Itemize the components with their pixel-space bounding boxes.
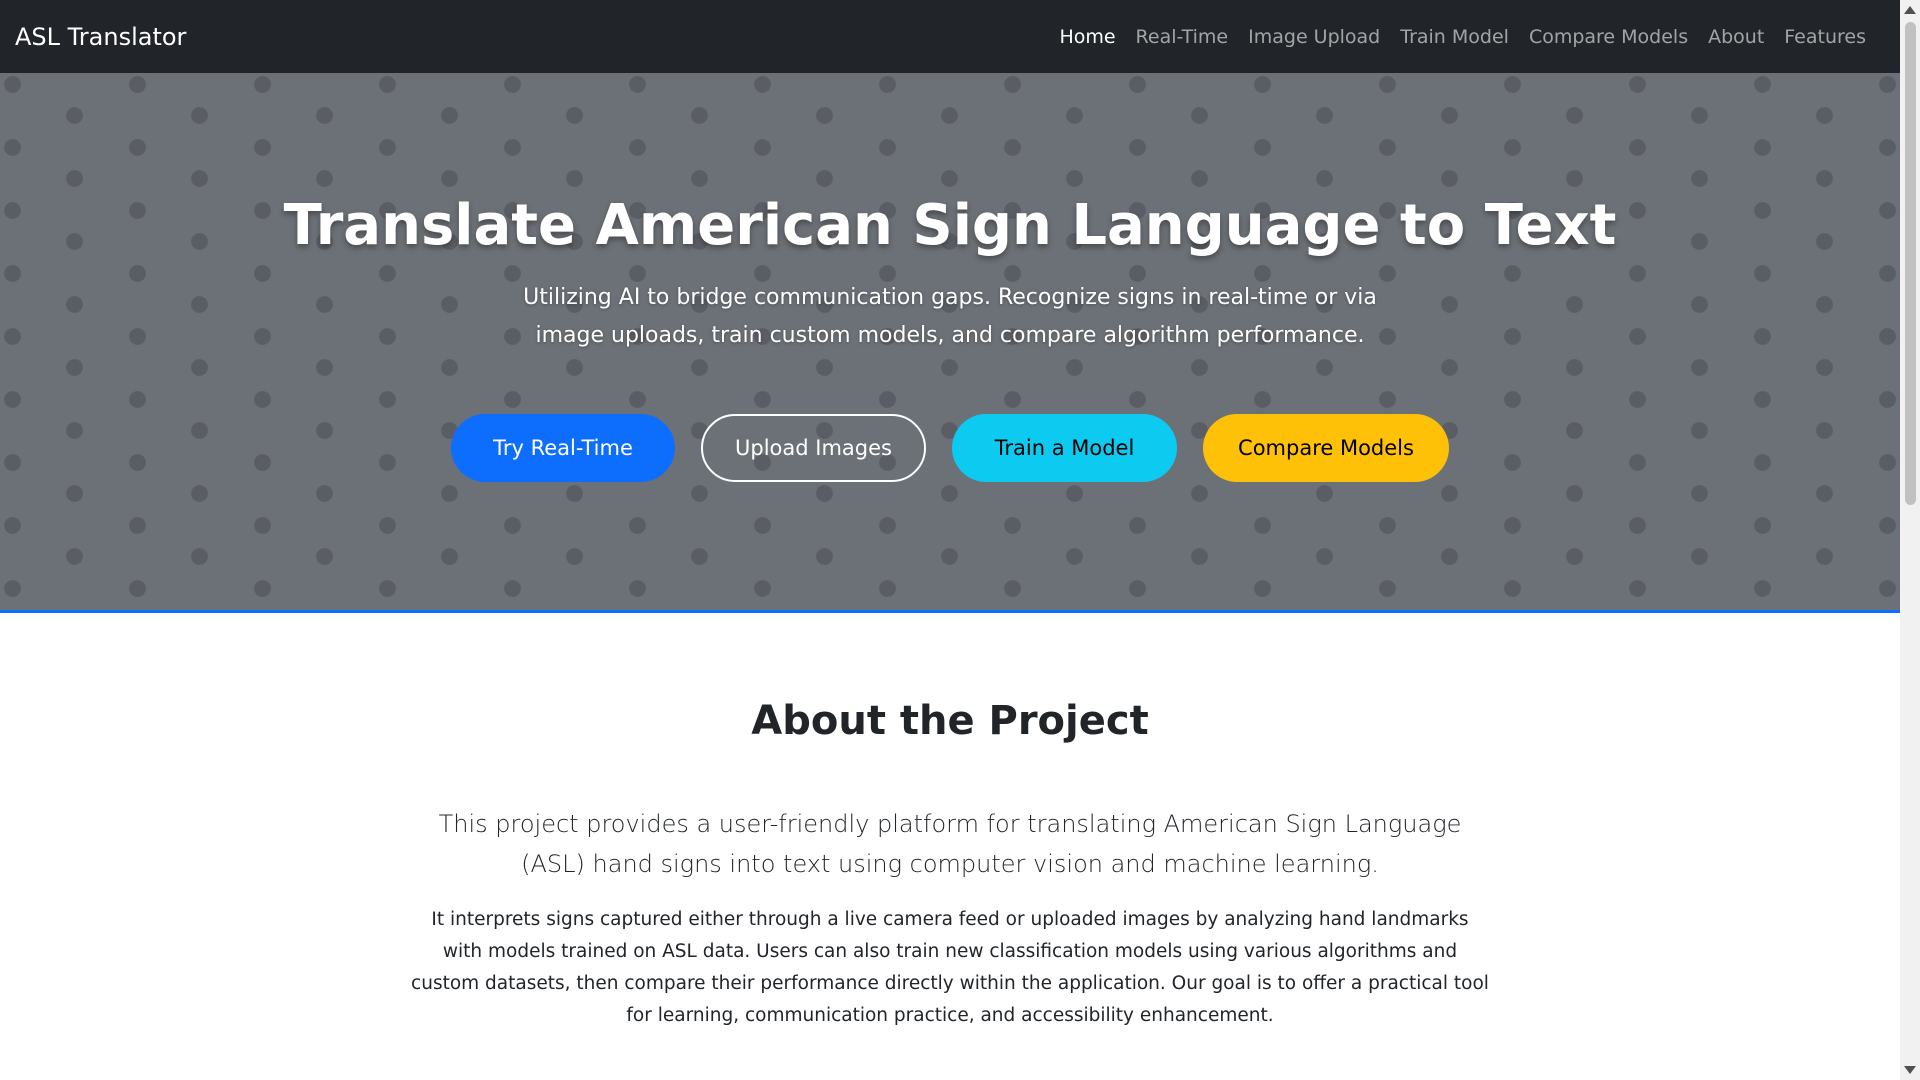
navbar: ASL Translator Home Real-Time Image Uplo… (0, 0, 1900, 73)
triangle-up-icon (1904, 6, 1916, 14)
scroll-down-button[interactable] (1900, 1060, 1920, 1080)
scrollbar-thumb[interactable] (1905, 22, 1916, 505)
page: ASL Translator Home Real-Time Image Uplo… (0, 0, 1900, 1080)
nav-link-features[interactable]: Features (1774, 18, 1876, 56)
train-model-button[interactable]: Train a Model (952, 414, 1177, 482)
hero-section: Translate American Sign Language to Text… (0, 73, 1900, 613)
upload-images-button[interactable]: Upload Images (701, 414, 926, 482)
brand-link[interactable]: ASL Translator (15, 23, 186, 51)
about-body-text: It interprets signs captured either thro… (411, 909, 1489, 1026)
hero-title: Translate American Sign Language to Text (283, 193, 1617, 258)
triangle-down-icon (1904, 1066, 1916, 1074)
hero-subtitle: Utilizing AI to bridge communication gap… (523, 285, 1377, 348)
compare-models-button[interactable]: Compare Models (1203, 414, 1449, 482)
try-real-time-button[interactable]: Try Real-Time (451, 414, 675, 482)
scroll-up-button[interactable] (1900, 0, 1920, 20)
nav-link-home[interactable]: Home (1049, 18, 1125, 56)
nav-links: Home Real-Time Image Upload Train Model … (1049, 18, 1876, 56)
hero-buttons: Try Real-Time Upload Images Train a Mode… (0, 414, 1900, 482)
nav-link-about[interactable]: About (1698, 18, 1774, 56)
nav-link-real-time[interactable]: Real-Time (1126, 18, 1239, 56)
nav-link-compare-models[interactable]: Compare Models (1519, 18, 1698, 56)
about-title: About the Project (751, 698, 1149, 744)
about-lead-text: This project provides a user-friendly pl… (438, 810, 1462, 878)
nav-link-train-model[interactable]: Train Model (1390, 18, 1519, 56)
nav-link-image-upload[interactable]: Image Upload (1238, 18, 1390, 56)
about-section: About the Project This project provides … (0, 616, 1900, 1080)
vertical-scrollbar[interactable] (1900, 0, 1920, 1080)
